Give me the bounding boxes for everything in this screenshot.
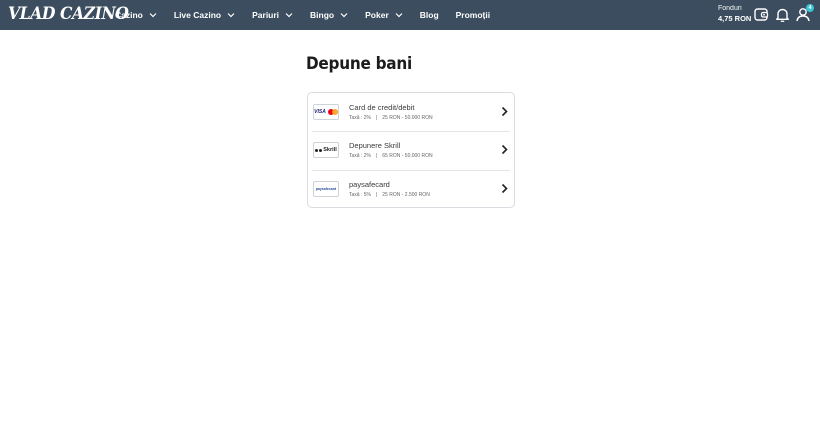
method-fee: Taxă : 5% [349, 192, 371, 198]
nav-item-blog[interactable]: Blog [420, 0, 439, 30]
mastercard-logo-icon [327, 109, 338, 115]
nav-label: Blog [419, 10, 439, 20]
chevron-right-icon [501, 106, 508, 117]
method-limits: 25 RON - 2.500 RON [382, 192, 430, 198]
nav-label: Pariuri [252, 10, 280, 20]
method-details: Taxă : 2% | 25 RON - 50.000 RON [349, 115, 433, 121]
site-logo[interactable]: VLAD CAZINO [8, 3, 129, 25]
bell-icon[interactable] [774, 6, 791, 23]
chevron-right-icon [501, 144, 508, 155]
visa-logo-text: VISA [314, 109, 326, 115]
paysafecard-logo-text: paysafecard [315, 187, 337, 191]
method-name: Depunere Skrill [349, 141, 401, 150]
nav-label: Poker [365, 10, 389, 20]
method-fee: Taxă : 2% [349, 153, 371, 159]
method-limits: 25 RON - 50.000 RON [382, 115, 433, 121]
payment-method-skrill[interactable]: Skrill Depunere Skrill Taxă : 2% | 65 RON … [308, 131, 514, 169]
visa-mastercard-logo: VISA [313, 104, 339, 120]
paysafecard-logo: paysafecard [313, 181, 339, 197]
top-navbar: VLAD CAZINO Cazino Live Cazino Pariuri B… [0, 0, 820, 30]
payment-methods-list: VISA Card de credit/debit Taxă : 2% | 25 R… [307, 92, 515, 208]
method-details: Taxă : 2% | 65 RON - 50.000 RON [349, 153, 433, 159]
payment-method-card[interactable]: VISA Card de credit/debit Taxă : 2% | 25 R… [308, 93, 514, 131]
nav-item-bingo[interactable]: Bingo [310, 0, 348, 30]
skrill-logo: Skrill [313, 142, 339, 158]
nav-label: Bingo [310, 10, 335, 20]
skrill-logo-text: Skrill [323, 147, 337, 153]
chevron-right-icon [501, 183, 508, 194]
method-fee: Taxă : 2% [349, 115, 371, 121]
nav-item-cazino[interactable]: Cazino [115, 0, 157, 30]
main-nav: Cazino Live Cazino Pariuri Bingo Poker B… [115, 0, 507, 30]
nav-item-promotii[interactable]: Promoții [456, 0, 490, 30]
chevron-down-icon [149, 12, 157, 18]
nav-item-pariuri[interactable]: Pariuri [252, 0, 293, 30]
nav-label: Promoții [455, 10, 491, 20]
payment-method-paysafecard[interactable]: paysafecard paysafecard Taxă : 5% | 25 RON… [308, 170, 514, 208]
chevron-down-icon [227, 12, 235, 18]
method-name: Card de credit/debit [349, 103, 415, 112]
page-title: Depune bani [306, 54, 412, 74]
notification-badge: 4 [806, 4, 814, 12]
method-limits: 65 RON - 50.000 RON [382, 153, 433, 159]
chevron-down-icon [285, 12, 293, 18]
method-name: paysafecard [349, 180, 390, 189]
nav-label: Live Cazino [173, 10, 222, 20]
nav-label: Cazino [115, 10, 143, 20]
chevron-down-icon [340, 12, 348, 18]
chevron-down-icon [395, 12, 403, 18]
skrill-logo-mark: Skrill [315, 147, 337, 153]
funds-label: Fonduri [718, 5, 742, 12]
funds-display[interactable]: Fonduri 4,75 RON [718, 5, 751, 23]
nav-item-poker[interactable]: Poker [365, 0, 403, 30]
funds-value: 4,75 RON [718, 14, 752, 23]
method-details: Taxă : 5% | 25 RON - 2.500 RON [349, 192, 430, 198]
wallet-icon[interactable] [753, 6, 770, 23]
nav-item-live-cazino[interactable]: Live Cazino [174, 0, 235, 30]
